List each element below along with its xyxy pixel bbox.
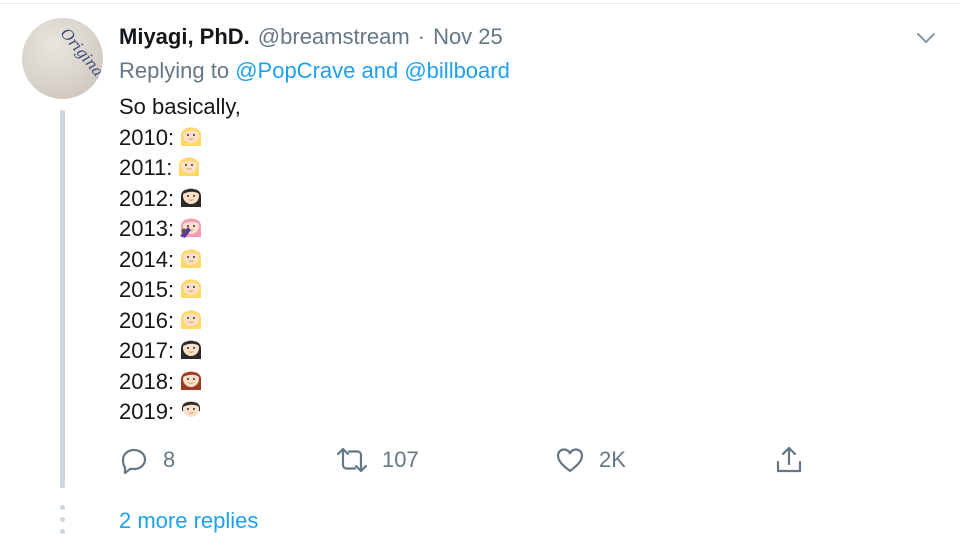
dark-haired-woman-short-emoji-icon — [176, 393, 206, 432]
header-separator: · — [417, 24, 426, 49]
year-label: 2017: — [119, 338, 175, 363]
retweet-count: 107 — [382, 447, 419, 472]
year-label: 2018: — [119, 368, 175, 394]
tweet-header: Miyagi, PhD. @breamstream · Nov 25 — [119, 24, 503, 52]
heart-icon — [556, 448, 584, 473]
reply-count: 8 — [163, 447, 176, 472]
top-divider — [0, 0, 960, 4]
avatar-handwriting: Original — [57, 25, 103, 84]
retweet-icon — [336, 447, 368, 473]
thread-line — [60, 110, 65, 488]
tweet-text: So basically, 2010: 2011: 2012: 2013: 20… — [119, 92, 241, 428]
year-label: 2014: — [119, 246, 175, 272]
chevron-down-icon[interactable] — [914, 30, 938, 46]
mention-and[interactable]: and — [362, 58, 399, 83]
year-label: 2015: — [119, 277, 175, 302]
year-label: 2019: — [119, 399, 175, 424]
replying-to-label: Replying to — [119, 58, 230, 83]
reply-icon — [121, 448, 147, 475]
display-name[interactable]: Miyagi, PhD. — [119, 24, 250, 50]
more-replies-link[interactable]: 2 more replies — [119, 508, 258, 534]
year-label: 2011: — [119, 155, 173, 180]
year-label: 2010: — [119, 124, 175, 150]
mention-link[interactable]: @billboard — [404, 58, 510, 83]
tweet-line: 2019: — [119, 397, 241, 428]
user-handle[interactable]: @breamstream — [258, 24, 410, 50]
avatar[interactable]: Original — [22, 18, 103, 99]
year-label: 2013: — [119, 216, 175, 241]
share-icon — [776, 446, 802, 473]
like-count: 2K — [599, 447, 626, 472]
year-label: 2012: — [119, 185, 175, 211]
replying-to: Replying to @PopCrave and @billboard — [119, 58, 510, 84]
reply-button[interactable]: 8 — [119, 440, 175, 480]
share-button[interactable] — [774, 440, 804, 480]
avatar-image: Original — [57, 25, 103, 84]
like-button[interactable]: 2K — [555, 440, 626, 480]
retweet-button[interactable]: 107 — [336, 440, 419, 480]
thread-dots — [60, 505, 65, 541]
tweet-date[interactable]: Nov 25 — [433, 24, 503, 50]
mention-link[interactable]: @PopCrave — [235, 58, 355, 83]
tweet-actions: 8 107 2K — [0, 440, 960, 480]
year-label: 2016: — [119, 307, 175, 333]
